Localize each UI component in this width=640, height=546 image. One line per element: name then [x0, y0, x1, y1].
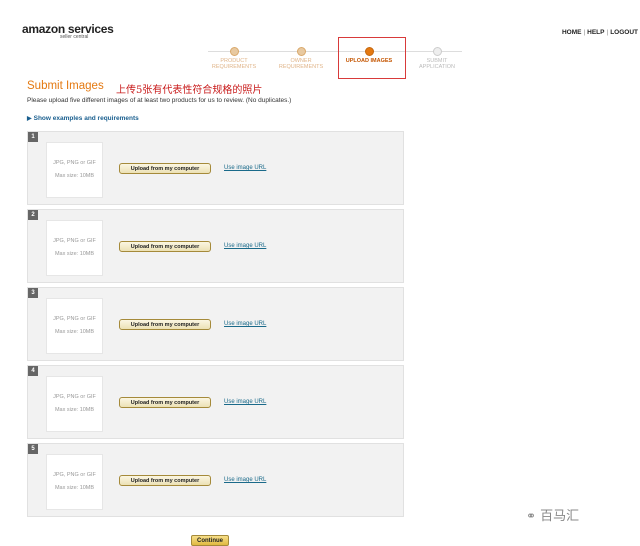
progress-steps: PRODUCT REQUIREMENTS OWNER REQUIREMENTS UP… — [200, 38, 470, 74]
show-examples-link[interactable]: ▶ Show examples and requirements — [27, 115, 139, 122]
use-image-url-link[interactable]: Use image URL — [224, 165, 266, 171]
continue-button[interactable]: Continue — [191, 535, 229, 546]
page-description: Please upload five different images of a… — [27, 97, 292, 104]
image-slot-4: 4 JPG, PNG or GIF Max size: 10MB Upload … — [27, 365, 404, 439]
step-label: OWNER REQUIREMENTS — [278, 58, 324, 70]
slot-number: 1 — [28, 132, 38, 142]
page-title: Submit Images — [27, 80, 104, 92]
use-image-url-link[interactable]: Use image URL — [224, 321, 266, 327]
top-nav: HOME | HELP | LOGOUT — [561, 29, 638, 36]
image-slot-3: 3 JPG, PNG or GIF Max size: 10MB Upload … — [27, 287, 404, 361]
step-owner-requirements: OWNER REQUIREMENTS — [267, 47, 335, 70]
image-placeholder: JPG, PNG or GIF Max size: 10MB — [46, 142, 103, 198]
step-product-requirements: PRODUCT REQUIREMENTS — [200, 47, 268, 70]
upload-from-computer-button[interactable]: Upload from my computer — [119, 397, 211, 408]
use-image-url-link[interactable]: Use image URL — [224, 399, 266, 405]
use-image-url-link[interactable]: Use image URL — [224, 243, 266, 249]
nav-home-link[interactable]: HOME — [562, 29, 582, 36]
upload-from-computer-button[interactable]: Upload from my computer — [119, 319, 211, 330]
upload-from-computer-button[interactable]: Upload from my computer — [119, 241, 211, 252]
image-placeholder: JPG, PNG or GIF Max size: 10MB — [46, 298, 103, 354]
step-submit-application: SUBMIT APPLICATION — [403, 47, 471, 70]
image-placeholder: JPG, PNG or GIF Max size: 10MB — [46, 454, 103, 510]
image-placeholder: JPG, PNG or GIF Max size: 10MB — [46, 376, 103, 432]
image-slot-1: 1 JPG, PNG or GIF Max size: 10MB Upload … — [27, 131, 404, 205]
expand-triangle-icon: ▶ — [27, 116, 32, 122]
amazon-services-logo[interactable]: amazon services seller central — [22, 22, 114, 40]
watermark: ⚭ 百马汇 — [526, 508, 580, 523]
use-image-url-link[interactable]: Use image URL — [224, 477, 266, 483]
highlight-box — [338, 37, 406, 79]
step-dot-icon — [296, 47, 306, 56]
slot-number: 4 — [28, 366, 38, 376]
wechat-icon: ⚭ — [526, 509, 537, 523]
step-label: SUBMIT APPLICATION — [419, 58, 455, 70]
image-slot-2: 2 JPG, PNG or GIF Max size: 10MB Upload … — [27, 209, 404, 283]
slot-number: 5 — [28, 444, 38, 454]
step-label: PRODUCT REQUIREMENTS — [211, 58, 257, 70]
image-slot-5: 5 JPG, PNG or GIF Max size: 10MB Upload … — [27, 443, 404, 517]
slot-number: 3 — [28, 288, 38, 298]
upload-from-computer-button[interactable]: Upload from my computer — [119, 163, 211, 174]
nav-help-link[interactable]: HELP — [587, 29, 604, 36]
step-dot-icon — [432, 47, 442, 56]
nav-logout-link[interactable]: LOGOUT — [610, 29, 638, 36]
chinese-annotation: 上传5张有代表性符合规格的照片 — [116, 85, 263, 96]
slot-number: 2 — [28, 210, 38, 220]
step-dot-icon — [229, 47, 239, 56]
image-placeholder: JPG, PNG or GIF Max size: 10MB — [46, 220, 103, 276]
upload-from-computer-button[interactable]: Upload from my computer — [119, 475, 211, 486]
